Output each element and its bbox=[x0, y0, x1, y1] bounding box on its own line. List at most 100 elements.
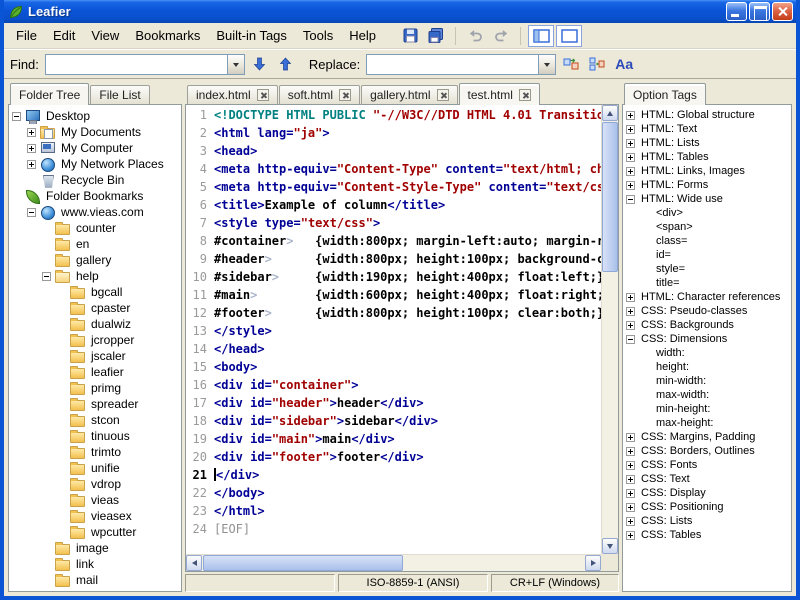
scroll-down-icon[interactable] bbox=[602, 538, 618, 554]
expand-icon[interactable] bbox=[626, 124, 635, 134]
code-line[interactable]: 22 </body> bbox=[186, 484, 601, 502]
tree-item-counter[interactable]: counter bbox=[9, 220, 181, 236]
find-input[interactable] bbox=[45, 54, 227, 74]
tree-item-my-computer[interactable]: My Computer bbox=[9, 140, 181, 156]
horizontal-scrollbar-thumb[interactable] bbox=[203, 555, 403, 571]
close-button[interactable] bbox=[772, 2, 793, 21]
tree-item-bgcall[interactable]: bgcall bbox=[9, 284, 181, 300]
tree-item-jscaler[interactable]: jscaler bbox=[9, 348, 181, 364]
code-line[interactable]: 20 <div id="footer">footer</div> bbox=[186, 448, 601, 466]
tab-test-html[interactable]: test.html bbox=[458, 83, 540, 105]
menu-item-tools[interactable]: Tools bbox=[295, 24, 341, 47]
tab-close-icon[interactable] bbox=[256, 89, 269, 101]
tree-item-css-dimensions[interactable]: CSS: Dimensions bbox=[623, 332, 791, 346]
menu-item-view[interactable]: View bbox=[83, 24, 127, 47]
vertical-scrollbar-thumb[interactable] bbox=[602, 122, 618, 272]
tree-item-wpcutter[interactable]: wpcutter bbox=[9, 524, 181, 540]
code-line[interactable]: 17 <div id="header">header</div> bbox=[186, 394, 601, 412]
tree-item-html-links-images[interactable]: HTML: Links, Images bbox=[623, 164, 791, 178]
tree-item-max-width[interactable]: max-width: bbox=[623, 388, 791, 402]
tree-item-height[interactable]: height: bbox=[623, 360, 791, 374]
tree-item-my-network-places[interactable]: My Network Places bbox=[9, 156, 181, 172]
tree-item-vieasex[interactable]: vieasex bbox=[9, 508, 181, 524]
tree-item-image[interactable]: image bbox=[9, 540, 181, 556]
tree-item-html-lists[interactable]: HTML: Lists bbox=[623, 136, 791, 150]
tree-item-css-borders-outlines[interactable]: CSS: Borders, Outlines bbox=[623, 444, 791, 458]
tree-item-my-documents[interactable]: My Documents bbox=[9, 124, 181, 140]
tab-close-icon[interactable] bbox=[339, 89, 352, 101]
tree-item-css-margins-padding[interactable]: CSS: Margins, Padding bbox=[623, 430, 791, 444]
tree-item-width[interactable]: width: bbox=[623, 346, 791, 360]
collapse-icon[interactable] bbox=[27, 207, 36, 217]
tree-item-spreader[interactable]: spreader bbox=[9, 396, 181, 412]
tree-item-jcropper[interactable]: jcropper bbox=[9, 332, 181, 348]
layout-sidebar-toggle-button[interactable] bbox=[528, 24, 555, 47]
tab-folder-tree[interactable]: Folder Tree bbox=[10, 83, 90, 105]
tree-item-cpaster[interactable]: cpaster bbox=[9, 300, 181, 316]
expand-icon[interactable] bbox=[626, 460, 635, 470]
tree-item-style[interactable]: style= bbox=[623, 262, 791, 276]
tab-close-icon[interactable] bbox=[518, 88, 531, 101]
tree-item-help[interactable]: help bbox=[9, 268, 181, 284]
tree-item-dualwiz[interactable]: dualwiz bbox=[9, 316, 181, 332]
code-line[interactable]: 23 </html> bbox=[186, 502, 601, 520]
tree-item-trimto[interactable]: trimto bbox=[9, 444, 181, 460]
expand-icon[interactable] bbox=[27, 127, 36, 137]
replace-button[interactable] bbox=[560, 53, 582, 75]
find-previous-button[interactable] bbox=[275, 53, 297, 75]
tree-item-primg[interactable]: primg bbox=[9, 380, 181, 396]
match-case-button[interactable]: Aa bbox=[612, 53, 636, 75]
tree-item-min-width[interactable]: min-width: bbox=[623, 374, 791, 388]
expand-icon[interactable] bbox=[27, 159, 36, 169]
expand-icon[interactable] bbox=[626, 474, 635, 484]
tree-item-link[interactable]: link bbox=[9, 556, 181, 572]
expand-icon[interactable] bbox=[626, 138, 635, 148]
tab-option-tags[interactable]: Option Tags bbox=[624, 83, 706, 105]
tree-item-css-pseudo-classes[interactable]: CSS: Pseudo-classes bbox=[623, 304, 791, 318]
replace-dropdown-icon[interactable] bbox=[538, 54, 556, 74]
menu-item-edit[interactable]: Edit bbox=[45, 24, 83, 47]
save-all-button[interactable] bbox=[424, 25, 448, 47]
code-line[interactable]: 6 <title>Example of column</title> bbox=[186, 196, 601, 214]
expand-icon[interactable] bbox=[626, 446, 635, 456]
code-line[interactable]: 3 <head> bbox=[186, 142, 601, 160]
collapse-icon[interactable] bbox=[42, 271, 51, 281]
code-line[interactable]: 13 </style> bbox=[186, 322, 601, 340]
tree-item-span[interactable]: <span> bbox=[623, 220, 791, 234]
tree-item-class[interactable]: class= bbox=[623, 234, 791, 248]
tree-item-html-global-structure[interactable]: HTML: Global structure bbox=[623, 108, 791, 122]
expand-icon[interactable] bbox=[626, 180, 635, 190]
code-line[interactable]: 7 <style type="text/css"> bbox=[186, 214, 601, 232]
tree-item-div[interactable]: <div> bbox=[623, 206, 791, 220]
code-line[interactable]: 12 #footer> {width:800px; height:100px; c… bbox=[186, 304, 601, 322]
tab-gallery-html[interactable]: gallery.html bbox=[361, 85, 458, 104]
maximize-button[interactable] bbox=[749, 2, 770, 21]
tree-item-css-tables[interactable]: CSS: Tables bbox=[623, 528, 791, 542]
code-line[interactable]: 15 <body> bbox=[186, 358, 601, 376]
expand-icon[interactable] bbox=[626, 502, 635, 512]
replace-all-button[interactable] bbox=[586, 53, 608, 75]
redo-button[interactable] bbox=[489, 25, 513, 47]
code-line[interactable]: 18 <div id="sidebar">sidebar</div> bbox=[186, 412, 601, 430]
tree-item-html-tables[interactable]: HTML: Tables bbox=[623, 150, 791, 164]
find-next-button[interactable] bbox=[249, 53, 271, 75]
tree-item-css-fonts[interactable]: CSS: Fonts bbox=[623, 458, 791, 472]
tree-item-css-lists[interactable]: CSS: Lists bbox=[623, 514, 791, 528]
menu-item-built-in-tags[interactable]: Built-in Tags bbox=[208, 24, 295, 47]
expand-icon[interactable] bbox=[27, 143, 36, 153]
tree-item-html-forms[interactable]: HTML: Forms bbox=[623, 178, 791, 192]
tree-item-html-wide-use[interactable]: HTML: Wide use bbox=[623, 192, 791, 206]
tree-item-en[interactable]: en bbox=[9, 236, 181, 252]
expand-icon[interactable] bbox=[626, 320, 635, 330]
replace-combobox[interactable] bbox=[366, 53, 557, 75]
tree-item-html-text[interactable]: HTML: Text bbox=[623, 122, 791, 136]
code-line[interactable]: 5 <meta http-equiv="Content-Style-Type" c… bbox=[186, 178, 601, 196]
tree-item-css-positioning[interactable]: CSS: Positioning bbox=[623, 500, 791, 514]
editor-horizontal-scrollbar[interactable] bbox=[186, 554, 601, 571]
code-line[interactable]: 11 #main> {width:600px; height:400px; flo… bbox=[186, 286, 601, 304]
code-line[interactable]: 2 <html lang="ja"> bbox=[186, 124, 601, 142]
tree-item-css-display[interactable]: CSS: Display bbox=[623, 486, 791, 500]
expand-icon[interactable] bbox=[626, 488, 635, 498]
tree-item-max-height[interactable]: max-height: bbox=[623, 416, 791, 430]
code-line[interactable]: 8 #container> {width:800px; margin-left:a… bbox=[186, 232, 601, 250]
